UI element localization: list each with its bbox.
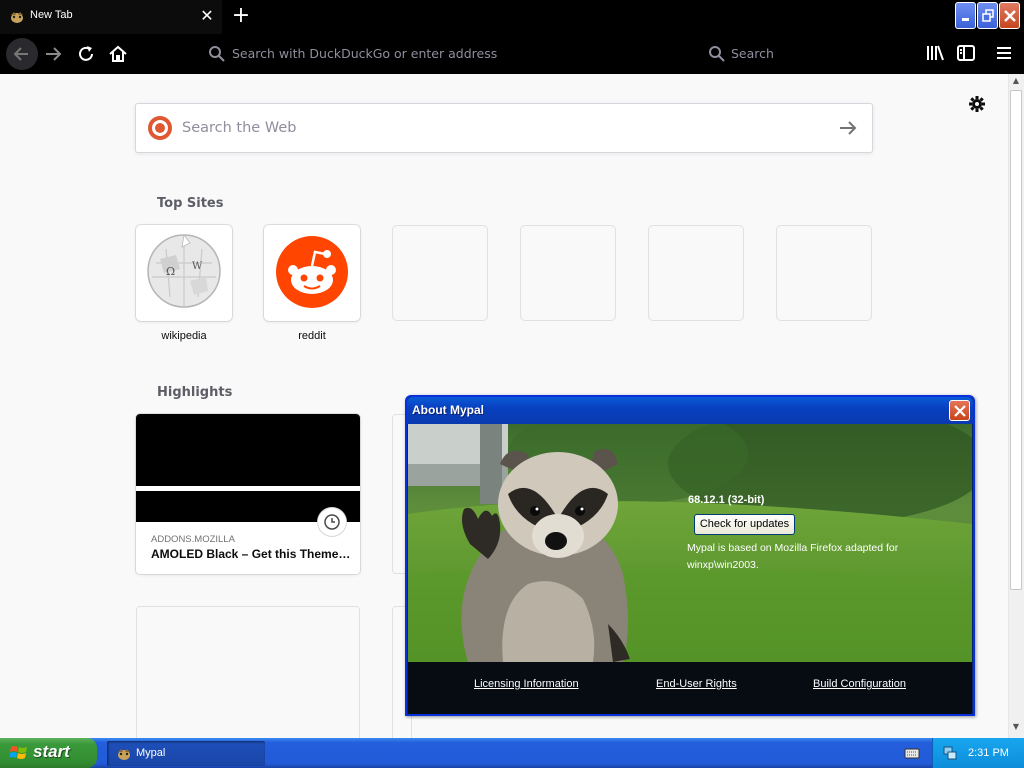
new-tab-button[interactable]: + — [230, 3, 252, 29]
windows-logo-icon — [10, 746, 27, 759]
scrollbar-thumb[interactable] — [1010, 90, 1022, 590]
forward-icon[interactable] — [41, 42, 65, 66]
restore-button[interactable] — [977, 2, 998, 29]
back-icon — [13, 47, 28, 61]
tab-new-tab[interactable]: New Tab ✕ — [0, 0, 222, 34]
about-dialog-title: About Mypal — [412, 403, 484, 417]
keyboard-icon[interactable] — [904, 746, 920, 760]
highlight-card-source: ADDONS.MOZILLA — [151, 534, 235, 545]
home-icon[interactable] — [106, 42, 130, 66]
duckduckgo-icon-face — [155, 123, 165, 133]
wikipedia-icon: Ω W — [147, 234, 221, 308]
scroll-up-arrow-icon[interactable]: ▲ — [1010, 76, 1022, 90]
top-site-label: wikipedia — [161, 330, 207, 342]
about-dialog-close-button[interactable] — [949, 400, 970, 421]
start-label: start — [33, 742, 70, 761]
about-description: Mypal is based on Mozilla Firefox adapte… — [687, 542, 899, 571]
mypal-icon — [118, 749, 130, 760]
search-icon — [209, 46, 225, 62]
reload-icon[interactable] — [74, 42, 98, 66]
top-site-label: reddit — [298, 330, 326, 342]
web-search-input[interactable]: Search the Web — [182, 120, 296, 136]
close-icon — [1004, 10, 1016, 22]
licensing-information-link[interactable]: Licensing Information — [474, 678, 579, 690]
end-user-rights-link[interactable]: End-User Rights — [656, 678, 737, 690]
menu-icon[interactable] — [993, 42, 1015, 64]
library-icon[interactable] — [924, 42, 946, 64]
back-button[interactable] — [6, 38, 38, 70]
highlight-card-title: AMOLED Black – Get this Theme… — [151, 547, 351, 561]
urlbar-input[interactable]: Search with DuckDuckGo or enter address — [232, 46, 497, 61]
top-site-tile-reddit[interactable] — [264, 225, 360, 321]
search-go-arrow-icon[interactable] — [838, 116, 858, 140]
check-updates-button[interactable]: Check for updates — [694, 514, 795, 535]
tab-title: New Tab — [30, 9, 73, 21]
highlight-card-empty[interactable] — [136, 606, 360, 746]
history-clock-icon — [318, 508, 346, 536]
about-dialog-titlebar[interactable] — [407, 397, 973, 424]
searchbar-input[interactable]: Search — [731, 46, 774, 61]
navigation-toolbar — [0, 34, 1024, 74]
scroll-down-arrow-icon[interactable]: ▼ — [1010, 722, 1022, 736]
taskbar-item-label: Mypal — [136, 747, 166, 759]
sidebar-icon[interactable] — [955, 42, 977, 64]
top-site-tile-empty[interactable] — [520, 225, 616, 321]
restore-icon — [982, 9, 994, 22]
searchbar-search-icon — [709, 46, 725, 62]
reddit-icon — [276, 236, 348, 308]
svg-text:W: W — [192, 261, 203, 272]
close-icon — [954, 405, 966, 417]
network-icon[interactable] — [942, 745, 958, 761]
window-close-button[interactable] — [999, 2, 1020, 29]
top-site-tile-empty[interactable] — [776, 225, 872, 321]
gear-icon[interactable] — [968, 95, 986, 113]
highlight-card-image-stripe — [136, 486, 360, 491]
minimize-icon — [962, 18, 969, 21]
highlights-heading: Highlights — [157, 385, 233, 400]
about-version: 68.12.1 (32-bit) — [688, 494, 765, 506]
tab-close-icon[interactable]: ✕ — [198, 6, 216, 26]
top-site-tile-empty[interactable] — [648, 225, 744, 321]
top-sites-heading: Top Sites — [157, 196, 224, 211]
highlight-card-image — [136, 414, 360, 522]
top-site-tile-empty[interactable] — [392, 225, 488, 321]
mypal-icon — [11, 12, 23, 23]
minimize-button[interactable] — [955, 2, 976, 29]
build-configuration-link[interactable]: Build Configuration — [813, 678, 906, 690]
svg-text:Ω: Ω — [166, 265, 175, 278]
clock: 2:31 PM — [968, 747, 1009, 759]
top-site-tile-wikipedia[interactable]: Ω W — [136, 225, 232, 321]
